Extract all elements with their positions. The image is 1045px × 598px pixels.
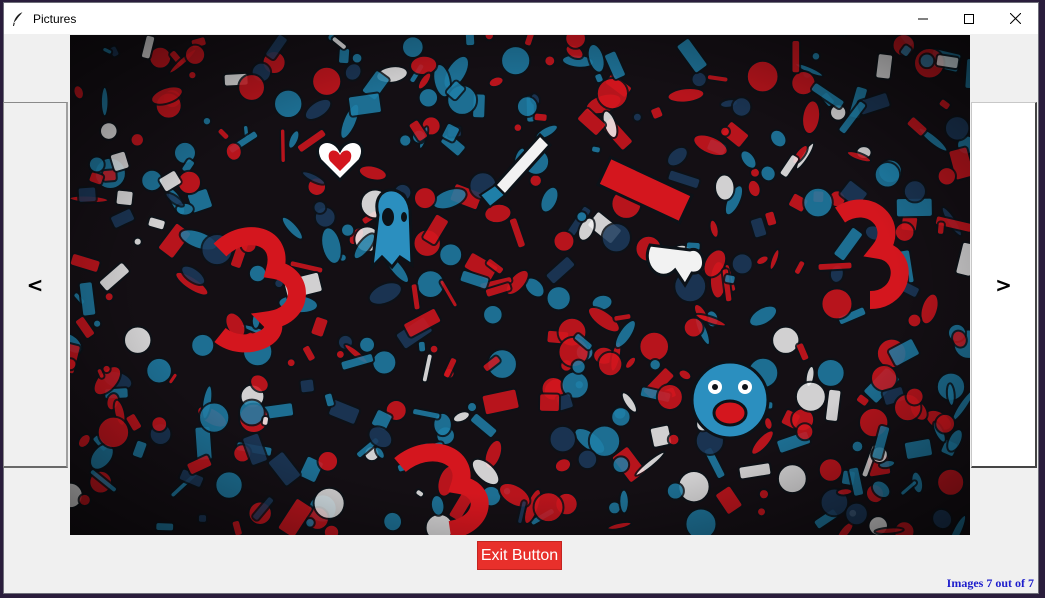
image-count-status: Images 7 out of 7 bbox=[946, 576, 1034, 590]
displayed-image bbox=[70, 35, 970, 535]
close-icon[interactable] bbox=[992, 3, 1038, 34]
doodle-art-image bbox=[70, 35, 970, 535]
title-bar[interactable]: Pictures bbox=[4, 3, 1038, 34]
window-title: Pictures bbox=[33, 11, 77, 26]
minimize-icon[interactable] bbox=[900, 3, 946, 34]
next-image-button[interactable]: > bbox=[971, 102, 1037, 468]
app-window: Pictures < > Exit Button Images 7 out of… bbox=[3, 2, 1039, 594]
viewer-area: < > Exit Button Images 7 out of 7 bbox=[3, 34, 1038, 593]
previous-image-button[interactable]: < bbox=[3, 102, 68, 468]
feather-icon bbox=[11, 3, 33, 34]
maximize-icon[interactable] bbox=[946, 3, 992, 34]
exit-button[interactable]: Exit Button bbox=[477, 541, 562, 570]
window-controls bbox=[900, 3, 1038, 34]
